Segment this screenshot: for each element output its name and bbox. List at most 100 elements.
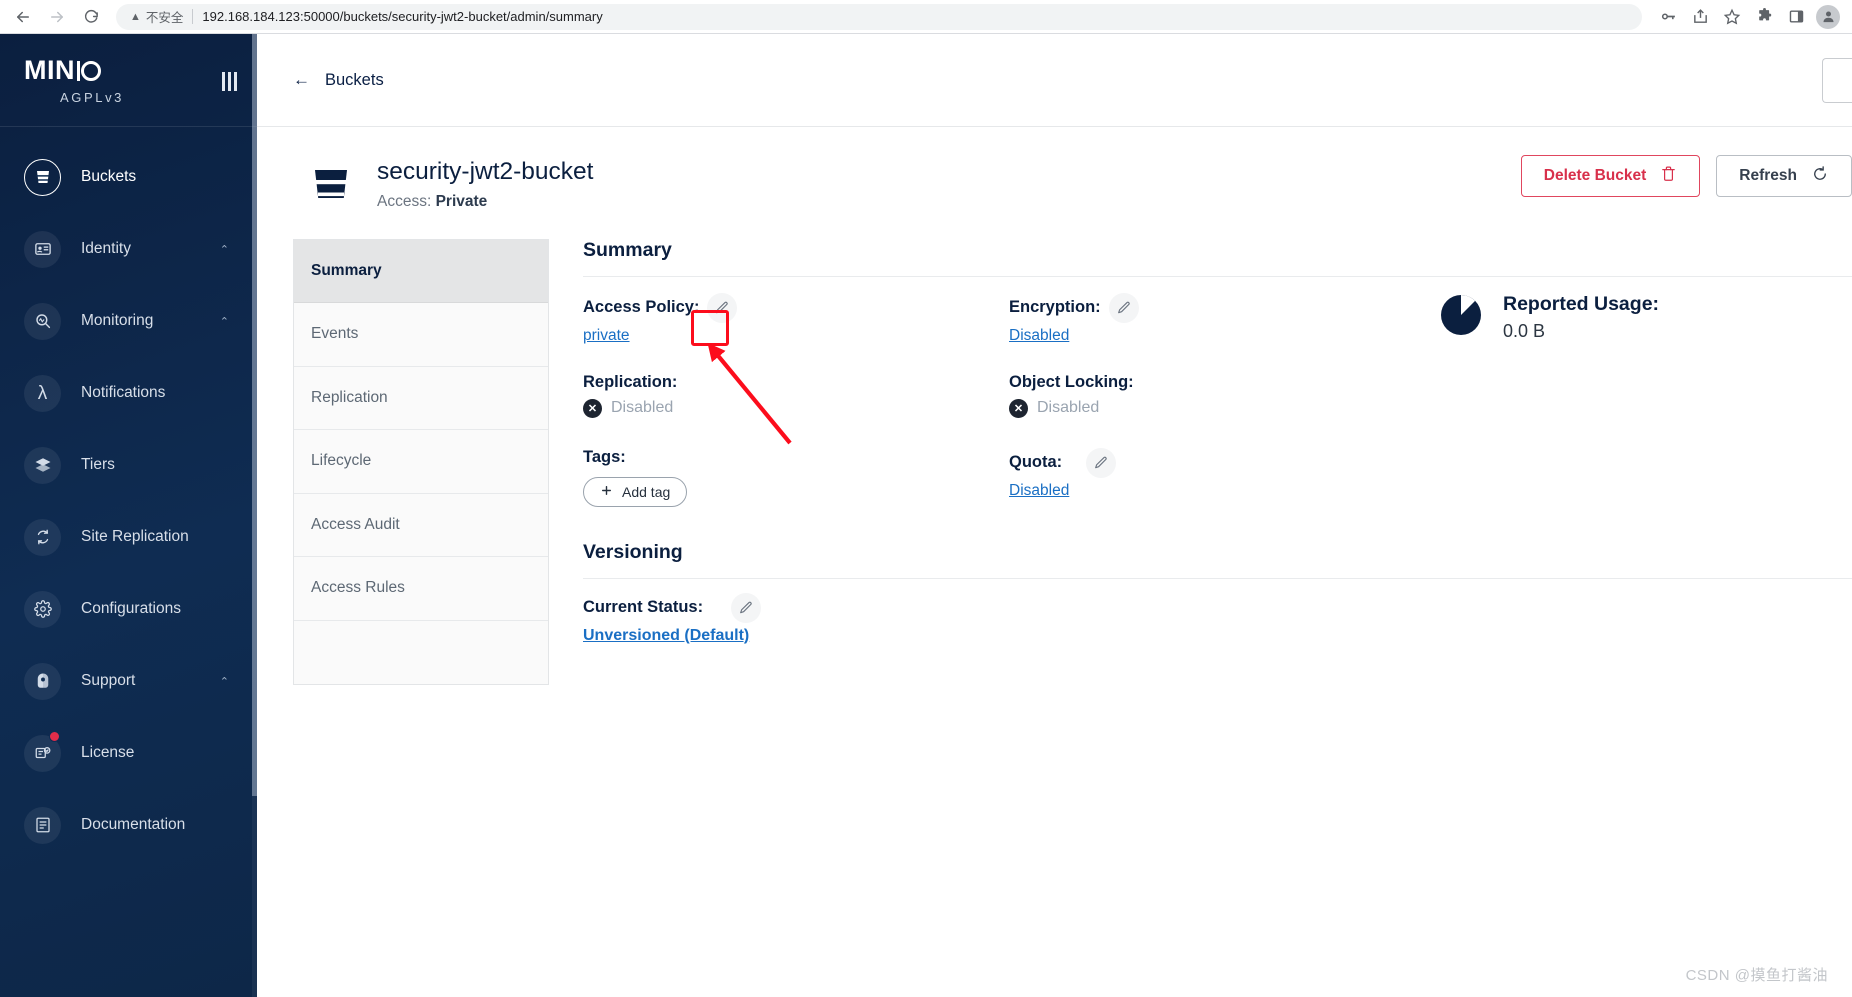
sidebar-item-monitoring[interactable]: Monitoring ⌃ (0, 285, 257, 357)
license-badge-dot (49, 731, 60, 742)
summary-grid: Access Policy: private Replication: ✕ Di… (583, 277, 1852, 535)
summary-column-left: Access Policy: private Replication: ✕ Di… (583, 292, 1009, 535)
chevron-up-icon[interactable]: ⌃ (220, 315, 229, 328)
bookmark-star-icon[interactable] (1716, 1, 1748, 33)
browser-back-button[interactable] (6, 0, 40, 34)
address-bar[interactable]: ▲ 不安全 192.168.184.123:50000/buckets/secu… (116, 3, 1642, 30)
sidebar: MIN AGPLv3 Buckets Identity ⌃ Monitoring… (0, 34, 257, 997)
layers-icon (24, 446, 61, 484)
back-arrow-icon: ← (293, 70, 310, 89)
refresh-button[interactable]: Refresh (1716, 155, 1852, 197)
sidebar-nav-list: Buckets Identity ⌃ Monitoring ⌃ λ Notifi… (0, 127, 257, 861)
replication-status: ✕ Disabled (583, 398, 1009, 418)
tab-label: Replication (311, 388, 388, 406)
site-replication-icon (24, 518, 61, 556)
sidebar-item-label: Buckets (81, 168, 137, 185)
quota-value-link[interactable]: Disabled (1009, 482, 1069, 500)
page-header: ← Buckets (257, 34, 1852, 127)
encryption-label: Encryption: (1009, 298, 1101, 317)
breadcrumb-label: Buckets (325, 70, 384, 89)
sidebar-item-identity[interactable]: Identity ⌃ (0, 213, 257, 285)
monitoring-icon (24, 302, 61, 340)
object-locking-status: ✕ Disabled (1009, 398, 1439, 418)
browser-forward-button[interactable] (40, 0, 74, 34)
lambda-icon: λ (24, 374, 61, 412)
quota-field: Quota: Disabled (1009, 447, 1439, 500)
tab-access-rules[interactable]: Access Rules (294, 557, 548, 621)
versioning-status-field: Current Status: Unversioned (Default) (583, 592, 1852, 645)
bucket-actions: Delete Bucket Refresh (1520, 155, 1852, 197)
insecure-warning-icon: ▲ (130, 10, 141, 23)
extensions-puzzle-icon[interactable] (1748, 1, 1780, 33)
sidebar-item-buckets[interactable]: Buckets (0, 141, 257, 213)
encryption-edit-button[interactable] (1108, 292, 1139, 323)
bucket-access-line: Access: Private (377, 193, 593, 211)
tab-replication[interactable]: Replication (294, 367, 548, 431)
object-locking-field: Object Locking: ✕ Disabled (1009, 373, 1439, 418)
delete-bucket-button[interactable]: Delete Bucket (1520, 155, 1701, 197)
sidebar-logo: MIN AGPLv3 (0, 34, 257, 127)
quota-edit-button[interactable] (1086, 447, 1117, 478)
access-policy-value-link[interactable]: private (583, 327, 630, 345)
versioning-status-value[interactable]: Unversioned (Default) (583, 627, 749, 645)
header-right-edge-control[interactable] (1822, 58, 1852, 103)
page-title: security-jwt2-bucket (377, 158, 594, 185)
summary-section-title: Summary (583, 238, 672, 261)
trash-icon (1660, 165, 1677, 187)
sidebar-item-support[interactable]: Support ⌃ (0, 645, 257, 717)
summary-column-right: Reported Usage: 0.0 B (1439, 293, 1852, 535)
tab-label: Events (311, 325, 359, 343)
sidebar-item-site-replication[interactable]: Site Replication (0, 501, 257, 573)
side-panel-icon[interactable] (1780, 1, 1812, 33)
summary-column-middle: Encryption: Disabled Object Locking: ✕ D… (1009, 292, 1439, 535)
bucket-tab-rail: Summary Events Replication Lifecycle Acc… (293, 238, 549, 686)
profile-avatar-icon[interactable] (1816, 4, 1840, 29)
share-icon[interactable] (1684, 1, 1716, 33)
tags-label: Tags: (583, 447, 626, 466)
delete-bucket-label: Delete Bucket (1543, 167, 1647, 184)
bucket-title-block: security-jwt2-bucket Access: Private (377, 157, 593, 211)
tab-summary[interactable]: Summary (294, 239, 548, 304)
tab-rail-filler (294, 621, 548, 685)
encryption-field: Encryption: Disabled (1009, 292, 1439, 345)
reported-usage-value: 0.0 B (1503, 320, 1546, 341)
encryption-value-link[interactable]: Disabled (1009, 327, 1069, 345)
refresh-label: Refresh (1739, 167, 1797, 184)
sidebar-item-configurations[interactable]: Configurations (0, 573, 257, 645)
sidebar-item-license[interactable]: License (0, 717, 257, 789)
chevron-up-icon[interactable]: ⌃ (220, 243, 229, 256)
tab-access-audit[interactable]: Access Audit (294, 494, 548, 558)
replication-label: Replication: (583, 372, 678, 391)
browser-toolbar: ▲ 不安全 192.168.184.123:50000/buckets/secu… (0, 0, 1852, 34)
license-version-label: AGPLv3 (60, 90, 125, 105)
url-divider (192, 9, 194, 24)
breadcrumb-back-buckets[interactable]: ← Buckets (293, 70, 384, 90)
hamburger-menu-icon[interactable] (222, 72, 237, 91)
sidebar-item-tiers[interactable]: Tiers (0, 429, 257, 501)
refresh-icon (1811, 165, 1829, 188)
browser-reload-button[interactable] (74, 0, 108, 34)
reported-usage-label: Reported Usage: (1503, 292, 1660, 315)
versioning-section-title: Versioning (583, 540, 683, 563)
sidebar-item-label: Monitoring (81, 312, 154, 329)
sidebar-item-label: Notifications (81, 384, 166, 401)
watermark: CSDN @摸鱼打酱油 (1685, 967, 1828, 984)
browser-toolbar-icons (1652, 1, 1852, 33)
chevron-up-icon[interactable]: ⌃ (220, 675, 229, 688)
insecure-warning-text: 不安全 (145, 11, 184, 25)
bucket-access-label: Access: (377, 192, 432, 210)
access-policy-edit-button[interactable] (707, 292, 738, 323)
bucket-access-value: Private (435, 192, 488, 210)
main-content: ← Buckets security-jwt2-bucket Access: P… (257, 34, 1852, 997)
sidebar-item-documentation[interactable]: Documentation (0, 789, 257, 861)
access-policy-field: Access Policy: private (583, 292, 1009, 345)
tab-events[interactable]: Events (294, 303, 548, 367)
sidebar-item-label: Configurations (81, 600, 181, 617)
sidebar-item-label: Site Replication (81, 528, 189, 545)
x-circle-icon: ✕ (1009, 398, 1028, 418)
sidebar-item-notifications[interactable]: λ Notifications (0, 357, 257, 429)
tab-lifecycle[interactable]: Lifecycle (294, 430, 548, 494)
password-key-icon[interactable] (1652, 1, 1684, 33)
add-tag-button[interactable]: Add tag (583, 476, 688, 507)
versioning-edit-button[interactable] (731, 592, 762, 623)
